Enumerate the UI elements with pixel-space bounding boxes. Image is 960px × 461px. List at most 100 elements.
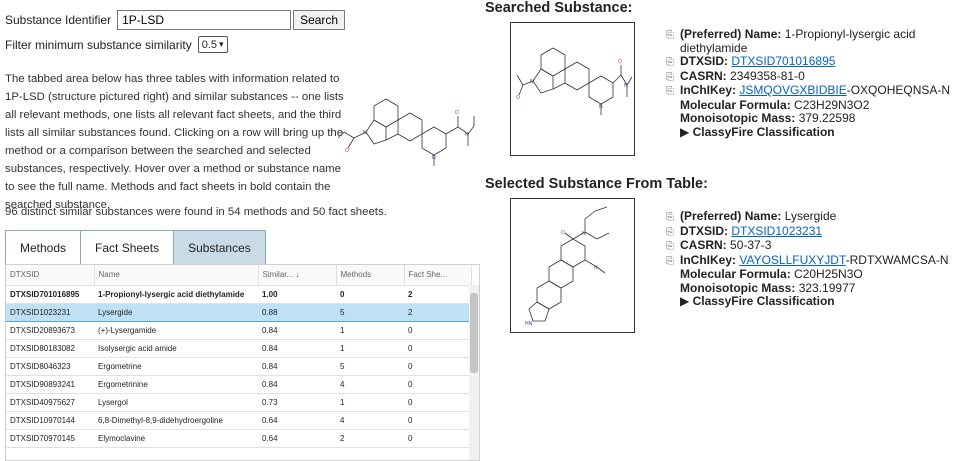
cell-dtxsid: DTXSID70970145	[6, 429, 94, 448]
similarity-select[interactable]: 0.5 ▾	[197, 36, 228, 53]
right-panel: Searched Substance: O O N N N ⎘ (Preferr…	[480, 0, 960, 461]
cell-similarity: 0.73	[258, 393, 336, 412]
copy-icon[interactable]: ⎘	[666, 211, 680, 225]
selected-structure-image: O N N HN	[525, 206, 610, 327]
cell-dtxsid: DTXSID10970144	[6, 411, 94, 430]
cell-name: Elymoclavine	[94, 429, 258, 448]
column-header-dtxsid[interactable]: DTXSID	[6, 265, 95, 286]
searched-inchikey-link[interactable]: JSMQOVGXBIDBIE	[739, 83, 846, 97]
searched-formula-line: Molecular Formula: C23H29N3O2	[666, 98, 956, 113]
tab-substances[interactable]: Substances	[173, 230, 266, 264]
svg-text:O: O	[561, 230, 565, 236]
substances-table: DTXSID Name Similar... ↓ Methods Fact Sh…	[5, 264, 480, 461]
cell-methods: 5	[336, 357, 404, 376]
svg-text:O: O	[345, 148, 349, 154]
cell-methods: 4	[336, 375, 404, 394]
filter-row: Filter minimum substance similarity 0.5 …	[5, 36, 228, 53]
selected-inchikey-suffix: -RDTXWAMCSA-N	[845, 252, 949, 267]
cell-similarity: 0.64	[258, 411, 336, 430]
substance-identifier-input[interactable]	[117, 10, 292, 30]
table-row[interactable]: DTXSID701016895 1-Propionyl-lysergic aci…	[6, 285, 471, 304]
searched-dtxsid-label: DTXSID:	[680, 54, 728, 68]
searched-mass-value: 379.22598	[798, 111, 856, 125]
search-button[interactable]: Search	[293, 10, 346, 30]
selected-casrn-label: CASRN:	[680, 238, 727, 252]
table-row[interactable]: DTXSID8046323 Ergometrine 0.84 5 0	[6, 357, 471, 376]
selected-dtxsid-label: DTXSID:	[680, 223, 728, 238]
column-header-fact-sheets[interactable]: Fact She...	[404, 265, 472, 286]
cell-methods: 5	[336, 302, 404, 322]
cell-name: Ergometrine	[94, 357, 258, 376]
column-header-name[interactable]: Name	[94, 265, 259, 286]
cell-methods: 4	[336, 411, 404, 430]
copy-icon[interactable]: ⎘	[666, 255, 680, 269]
table-row[interactable]: DTXSID70970145 Elymoclavine 0.64 2 0	[6, 429, 471, 448]
cell-fact-sheets: 0	[404, 411, 471, 430]
cell-dtxsid: DTXSID80183082	[6, 339, 94, 358]
cell-similarity: 0.84	[258, 321, 336, 340]
searched-structure-thumbnail: O O N N N	[337, 98, 475, 166]
copy-icon[interactable]: ⎘	[666, 226, 680, 240]
table-row[interactable]: DTXSID40975627 Lysergol 0.73 1 0	[6, 393, 471, 412]
cell-methods: 1	[336, 339, 404, 358]
selected-structure-box: O N N HN	[510, 198, 635, 333]
table-row[interactable]: DTXSID90893241 Ergometrinine 0.84 4 0	[6, 375, 471, 394]
column-header-methods[interactable]: Methods	[336, 265, 405, 286]
selected-formula-label: Molecular Formula:	[680, 267, 791, 281]
selected-name-label: (Preferred) Name:	[680, 209, 782, 223]
tab-fact-sheets[interactable]: Fact Sheets	[80, 230, 175, 264]
search-row: Substance Identifier Search	[5, 10, 346, 30]
selected-formula-value: C20H25N3O	[794, 267, 863, 281]
searched-mass-label: Monoisotopic Mass:	[680, 111, 796, 125]
cell-similarity: 0.64	[258, 429, 336, 448]
cell-methods: 1	[336, 393, 404, 412]
scrollbar-thumb[interactable]	[470, 293, 478, 373]
selected-mass-value: 323.19977	[798, 280, 856, 295]
table-row[interactable]: DTXSID80183082 Isolysergic acid amide 0.…	[6, 339, 471, 358]
searched-casrn-value: 2349358-81-0	[730, 68, 805, 83]
svg-text:N: N	[530, 79, 534, 85]
svg-text:O: O	[618, 59, 622, 65]
copy-icon[interactable]: ⎘	[666, 240, 680, 254]
selected-casrn-line: ⎘ CASRN: 50-37-3	[666, 238, 956, 254]
selected-name-line: ⎘ (Preferred) Name: Lysergide	[666, 209, 956, 225]
svg-text:N: N	[582, 231, 586, 237]
searched-name-line: ⎘ (Preferred) Name: 1-Propionyl-lysergic…	[666, 27, 956, 55]
svg-text:N: N	[594, 265, 598, 271]
selected-inchikey-line: ⎘ InChIKey: VAYOSLLFUXYJDT-RDTXWAMCSA-N	[666, 252, 956, 269]
cell-fact-sheets: 2	[404, 302, 471, 322]
result-count-text: 96 distinct similar substances were foun…	[5, 206, 387, 218]
svg-text:N: N	[599, 104, 603, 110]
selected-classyfire-toggle[interactable]: ▶ ClassyFire Classification	[666, 294, 956, 309]
cell-similarity: 0.84	[258, 339, 336, 358]
table-row[interactable]: DTXSID20893673 (+)-Lysergamide 0.84 1 0	[6, 321, 471, 340]
selected-substance-info: ⎘ (Preferred) Name: Lysergide ⎘ DTXSID: …	[666, 209, 956, 309]
table-scrollbar[interactable]	[469, 285, 479, 460]
cell-methods: 0	[336, 285, 404, 304]
table-row[interactable]: DTXSID10970144 6,8-Dimethyl-8,9-didehydr…	[6, 411, 471, 430]
cell-name: 6,8-Dimethyl-8,9-didehydroergoline	[94, 411, 258, 430]
copy-icon[interactable]: ⎘	[666, 71, 680, 85]
cell-name: (+)-Lysergamide	[94, 321, 258, 340]
searched-mass-line: Monoisotopic Mass: 379.22598	[666, 111, 956, 126]
cell-fact-sheets: 2	[404, 285, 471, 304]
cell-dtxsid: DTXSID701016895	[6, 285, 94, 304]
copy-icon[interactable]: ⎘	[666, 29, 680, 43]
selected-substance-heading: Selected Substance From Table:	[485, 176, 708, 192]
tab-methods[interactable]: Methods	[5, 230, 82, 264]
selected-inchikey-link[interactable]: VAYOSLLFUXYJDT	[739, 253, 845, 267]
result-tabs: Methods Fact Sheets Substances	[5, 230, 266, 264]
table-header-row: DTXSID Name Similar... ↓ Methods Fact Sh…	[6, 265, 472, 286]
searched-inchikey-label: InChIKey:	[680, 83, 737, 97]
searched-dtxsid-link[interactable]: DTXSID701016895	[731, 54, 835, 68]
copy-icon[interactable]: ⎘	[666, 56, 680, 70]
selected-formula-line: Molecular Formula: C20H25N3O	[666, 267, 956, 282]
searched-dtxsid-line: ⎘ DTXSID: DTXSID701016895	[666, 54, 956, 70]
selected-dtxsid-link[interactable]: DTXSID1023231	[731, 224, 822, 238]
table-row-selected[interactable]: DTXSID1023231 Lysergide 0.88 5 2	[6, 302, 471, 322]
svg-text:N: N	[465, 132, 469, 138]
cell-name: Isolysergic acid amide	[94, 339, 258, 358]
copy-icon[interactable]: ⎘	[666, 85, 680, 99]
column-header-similarity[interactable]: Similar... ↓	[258, 265, 337, 286]
searched-classyfire-toggle[interactable]: ▶ ClassyFire Classification	[666, 125, 956, 140]
